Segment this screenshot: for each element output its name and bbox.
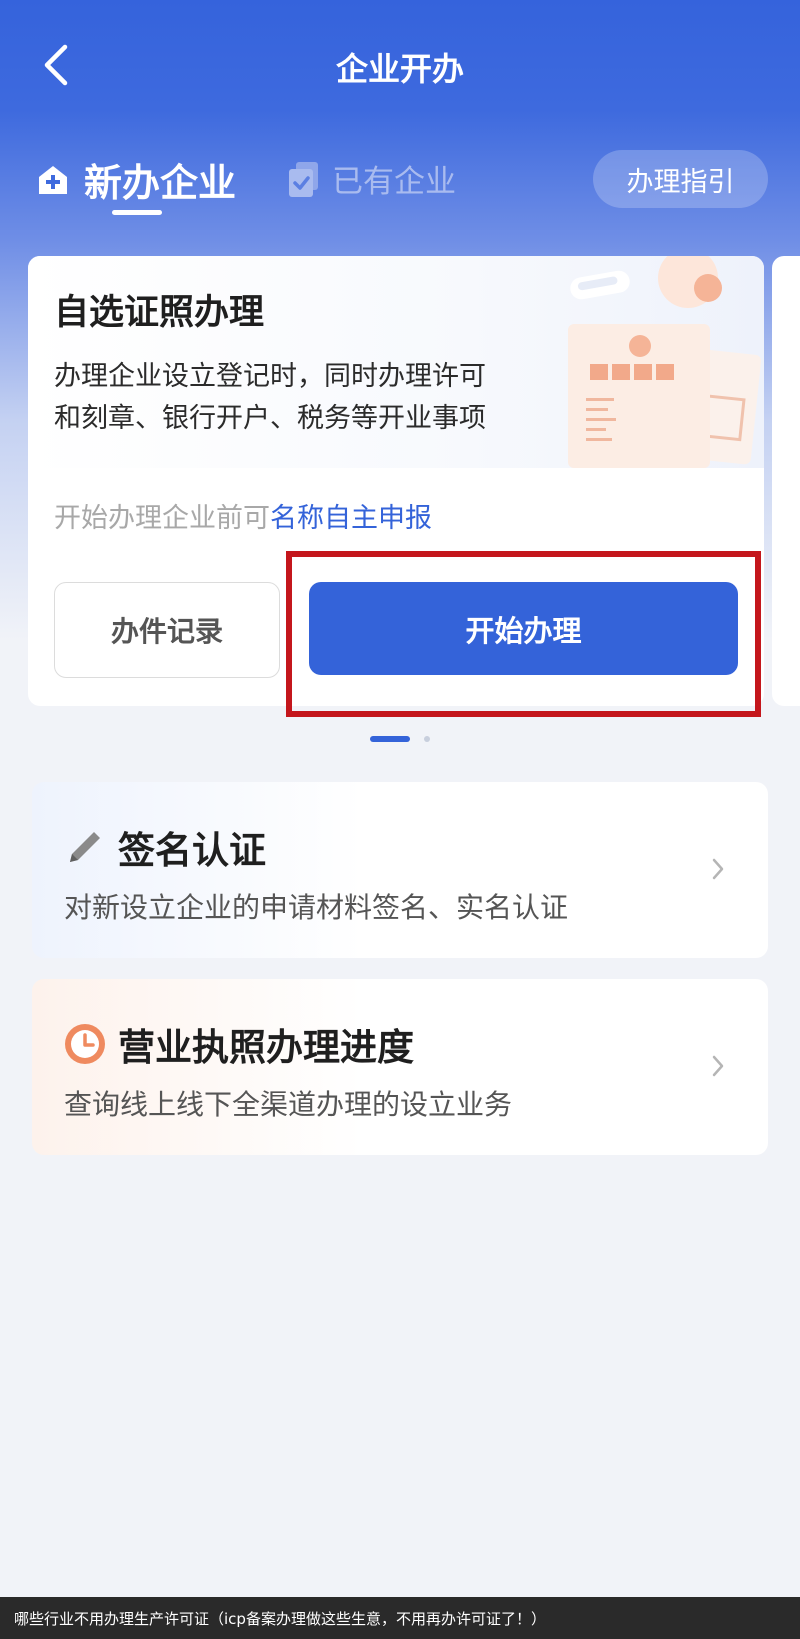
top-bar: 企业开办 xyxy=(0,0,800,130)
tab-existing-enterprise[interactable]: 已有企业 xyxy=(286,156,456,201)
card-description: 办理企业设立登记时，同时办理许可 和刻章、银行开户、税务等开业事项 xyxy=(54,356,574,440)
page-title: 企业开办 xyxy=(335,50,464,88)
signature-auth-card[interactable]: 签名认证 对新设立企业的申请材料签名、实名认证 xyxy=(32,782,768,958)
license-progress-title: 营业执照办理进度 xyxy=(118,1026,414,1069)
document-check-icon xyxy=(289,161,318,197)
chevron-right-icon xyxy=(712,858,724,880)
records-button[interactable]: 办件记录 xyxy=(54,582,280,678)
pencil-icon xyxy=(70,832,100,862)
active-tab-indicator xyxy=(112,210,162,215)
signature-auth-desc: 对新设立企业的申请材料签名、实名认证 xyxy=(64,891,569,924)
card-title: 自选证照办理 xyxy=(54,293,265,333)
license-progress-card[interactable]: 营业执照办理进度 查询线上线下全渠道办理的设立业务 xyxy=(32,979,768,1155)
highlight-box xyxy=(286,551,761,717)
tab-existing-label: 已有企业 xyxy=(332,164,456,200)
house-plus-icon xyxy=(39,165,67,194)
documents-illustration xyxy=(568,256,762,468)
caption-bar: 哪些行业不用办理生产许可证（icp备案办理做这些生意，不用再办许可证了！） xyxy=(0,1597,800,1639)
name-declaration-line: 开始办理企业前可名称自主申报 xyxy=(54,496,432,535)
name-declaration-link[interactable]: 名称自主申报 xyxy=(270,503,432,534)
tab-new-enterprise[interactable]: 新办企业 xyxy=(36,152,236,207)
guide-button[interactable]: 办理指引 xyxy=(593,150,768,208)
carousel-dot xyxy=(424,736,430,742)
tab-bar: 新办企业 已有企业 办理指引 xyxy=(0,140,800,220)
signature-auth-title: 签名认证 xyxy=(118,829,266,872)
card-desc-line-2: 和刻章、银行开户、税务等开业事项 xyxy=(54,403,486,434)
next-card-peek[interactable] xyxy=(772,256,800,706)
card-desc-line-1: 办理企业设立登记时，同时办理许可 xyxy=(54,361,486,392)
chevron-right-icon xyxy=(712,1055,724,1077)
carousel-dot-active xyxy=(370,736,410,742)
name-declaration-prefix: 开始办理企业前可 xyxy=(54,503,270,534)
license-progress-desc: 查询线上线下全渠道办理的设立业务 xyxy=(64,1088,513,1121)
clock-icon xyxy=(65,1024,105,1064)
tab-new-label: 新办企业 xyxy=(84,161,237,205)
